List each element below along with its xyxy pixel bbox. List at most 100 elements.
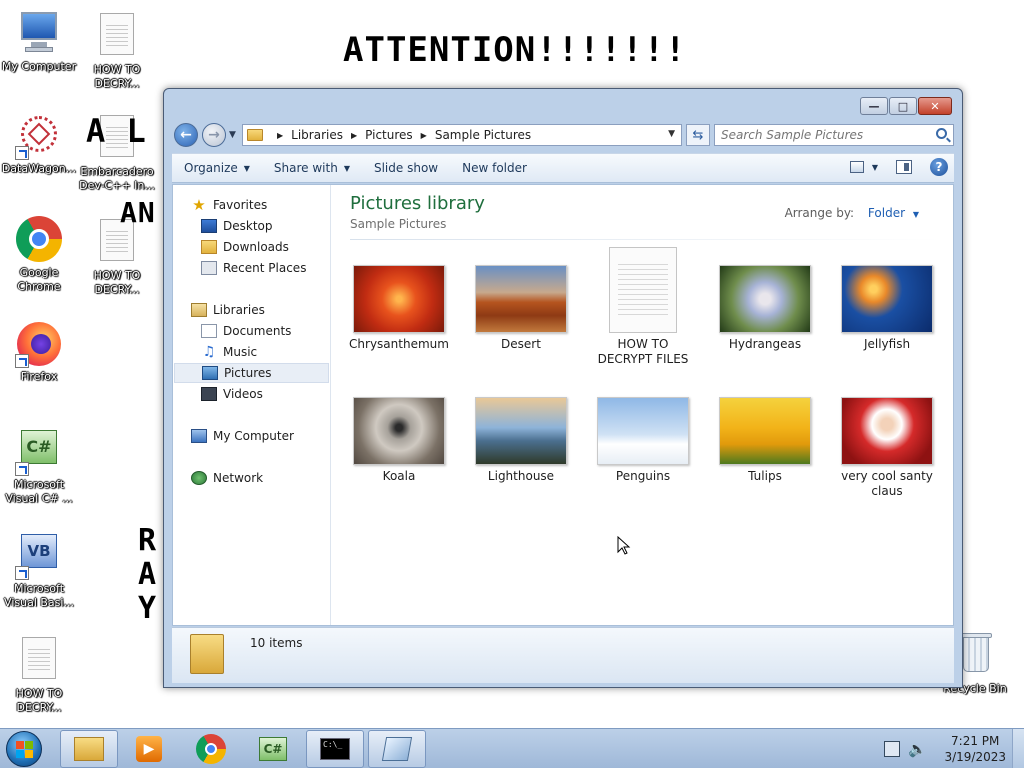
nav-item-documents[interactable]: Documents xyxy=(201,321,291,341)
divider xyxy=(350,239,941,240)
navigation-pane: ★ Favorites Desktop Downloads Recent Pla… xyxy=(173,185,331,625)
file-item-how-to-decrypt-files[interactable]: HOW TO DECRYPT FILES xyxy=(587,247,699,367)
breadcrumb-arrow-icon[interactable]: ▶ xyxy=(351,131,357,140)
folder-icon xyxy=(247,129,263,141)
ransom-text-fragment: AN xyxy=(120,196,156,229)
start-button[interactable] xyxy=(6,731,42,767)
file-item-jellyfish[interactable]: Jellyfish xyxy=(831,265,943,352)
change-view-icon[interactable] xyxy=(849,161,864,173)
clock-date: 3/19/2023 xyxy=(944,750,1006,764)
search-icon[interactable] xyxy=(936,128,947,139)
folder-icon xyxy=(74,737,104,761)
help-icon[interactable]: ? xyxy=(930,158,948,176)
address-bar[interactable]: ▶ Libraries ▶ Pictures ▶ Sample Pictures… xyxy=(242,124,682,146)
desktop-icon-visual-basic[interactable]: VB Microsoft Visual Basi... xyxy=(0,532,78,610)
share-with-label: Share with xyxy=(273,161,338,175)
nav-item-downloads[interactable]: Downloads xyxy=(201,237,289,257)
breadcrumb-sample-pictures[interactable]: Sample Pictures xyxy=(435,128,531,142)
visual-basic-icon: VB xyxy=(15,532,63,580)
taskbar-visual-csharp[interactable]: C# xyxy=(244,730,302,768)
clock[interactable]: 7:21 PM 3/19/2023 xyxy=(944,733,1006,765)
taskbar-explorer[interactable] xyxy=(60,730,118,768)
desktop-icon-label: HOW TO DECRY... xyxy=(93,63,141,90)
organize-label: Organize xyxy=(184,161,238,175)
breadcrumb-arrow-icon[interactable]: ▶ xyxy=(421,131,427,140)
taskbar-command-prompt[interactable]: C:\_ xyxy=(306,730,364,768)
search-box[interactable] xyxy=(714,124,954,146)
shortcut-arrow-icon xyxy=(15,354,29,368)
address-history-dropdown[interactable]: ▼ xyxy=(668,129,675,139)
share-with-button[interactable]: Share with ▼ xyxy=(262,154,362,182)
refresh-button[interactable]: ⇆ xyxy=(686,124,710,146)
taskbar-chrome[interactable] xyxy=(182,730,240,768)
chevron-down-icon[interactable]: ▼ xyxy=(913,210,919,219)
taskbar: ▶ C# C:\_ 🔈 7:21 PM 3/19/2023 xyxy=(0,728,1024,768)
file-name: Desert xyxy=(501,337,541,351)
forward-button[interactable]: → xyxy=(202,123,226,147)
nav-item-pictures[interactable]: Pictures xyxy=(174,363,329,383)
chevron-down-icon: ▼ xyxy=(243,163,250,173)
recent-pages-dropdown[interactable]: ▼ xyxy=(229,130,236,140)
command-prompt-icon: C:\_ xyxy=(320,738,350,760)
desktop-icon-visual-csharp[interactable]: C# Microsoft Visual C# ... xyxy=(0,428,78,506)
file-item-lighthouse[interactable]: Lighthouse xyxy=(465,397,577,484)
file-item-chrysanthemum[interactable]: Chrysanthemum xyxy=(343,265,455,352)
file-item-penguins[interactable]: Penguins xyxy=(587,397,699,484)
view-options-dropdown[interactable]: ▼ xyxy=(872,163,878,172)
chevron-down-icon: ▼ xyxy=(343,163,350,173)
desktop-icon-ransom-note-3[interactable]: HOW TO DECRY... xyxy=(0,634,78,715)
new-folder-button[interactable]: New folder xyxy=(450,154,539,182)
desktop-icon-label: Firefox xyxy=(20,370,58,383)
library-title: Pictures library xyxy=(350,193,485,214)
nav-item-desktop[interactable]: Desktop xyxy=(201,216,273,236)
file-item-desert[interactable]: Desert xyxy=(465,265,577,352)
maximize-button[interactable]: □ xyxy=(889,97,917,115)
search-input[interactable] xyxy=(715,125,915,145)
desktop-icon-my-computer[interactable]: My Computer xyxy=(0,10,78,74)
slide-show-button[interactable]: Slide show xyxy=(362,154,450,182)
explorer-window: — □ ✕ ← → ▼ ▶ Libraries ▶ Pictures ▶ Sam… xyxy=(163,88,963,688)
folder-icon xyxy=(190,634,224,674)
nav-item-videos[interactable]: Videos xyxy=(201,384,263,404)
breadcrumb-arrow-icon[interactable]: ▶ xyxy=(277,131,283,140)
nav-item-network[interactable]: Network xyxy=(191,468,263,488)
image-thumbnail xyxy=(475,397,567,465)
nav-item-libraries[interactable]: Libraries xyxy=(191,300,265,320)
network-icon xyxy=(191,471,207,485)
desktop-icon-ransom-note-1[interactable]: HOW TO DECRY... xyxy=(78,10,156,91)
computer-icon xyxy=(191,429,207,443)
volume-icon[interactable]: 🔈 xyxy=(908,740,927,758)
window-title-bar[interactable]: — □ ✕ xyxy=(164,89,962,121)
nav-label: Videos xyxy=(223,387,263,401)
text-document-icon xyxy=(609,247,677,333)
nav-item-music[interactable]: ♫ Music xyxy=(201,342,257,362)
desktop-icon-firefox[interactable]: Firefox xyxy=(0,320,78,384)
nav-item-recent-places[interactable]: Recent Places xyxy=(201,258,306,278)
arrange-by-dropdown[interactable]: Folder xyxy=(868,206,905,220)
network-tray-icon[interactable] xyxy=(884,741,900,757)
minimize-button[interactable]: — xyxy=(860,97,888,115)
pictures-icon xyxy=(202,366,218,380)
nav-item-my-computer[interactable]: My Computer xyxy=(191,426,294,446)
close-button[interactable]: ✕ xyxy=(918,97,952,115)
breadcrumb-libraries[interactable]: Libraries xyxy=(291,128,343,142)
nav-item-favorites[interactable]: ★ Favorites xyxy=(191,195,267,215)
desktop-icon-google-chrome[interactable]: Google Chrome xyxy=(0,216,78,294)
file-item-tulips[interactable]: Tulips xyxy=(709,397,821,484)
organize-button[interactable]: Organize ▼ xyxy=(172,154,262,182)
taskbar-notepad[interactable] xyxy=(368,730,426,768)
file-name: Jellyfish xyxy=(863,337,911,351)
file-item-very-cool-santy-claus[interactable]: very cool santy claus xyxy=(831,397,943,499)
preview-pane-icon[interactable] xyxy=(896,160,912,174)
taskbar-media-player[interactable]: ▶ xyxy=(120,730,178,768)
show-desktop-button[interactable] xyxy=(1012,729,1024,768)
file-item-hydrangeas[interactable]: Hydrangeas xyxy=(709,265,821,352)
breadcrumb-pictures[interactable]: Pictures xyxy=(365,128,413,142)
desktop-icon-datawagon[interactable]: DataWagon... xyxy=(0,112,78,176)
desktop-icon-label: Microsoft Visual Basi... xyxy=(4,582,74,609)
nav-label: Network xyxy=(213,471,264,485)
file-item-koala[interactable]: Koala xyxy=(343,397,455,484)
image-thumbnail xyxy=(841,265,933,333)
explorer-content: ★ Favorites Desktop Downloads Recent Pla… xyxy=(172,184,954,626)
back-button[interactable]: ← xyxy=(174,123,198,147)
